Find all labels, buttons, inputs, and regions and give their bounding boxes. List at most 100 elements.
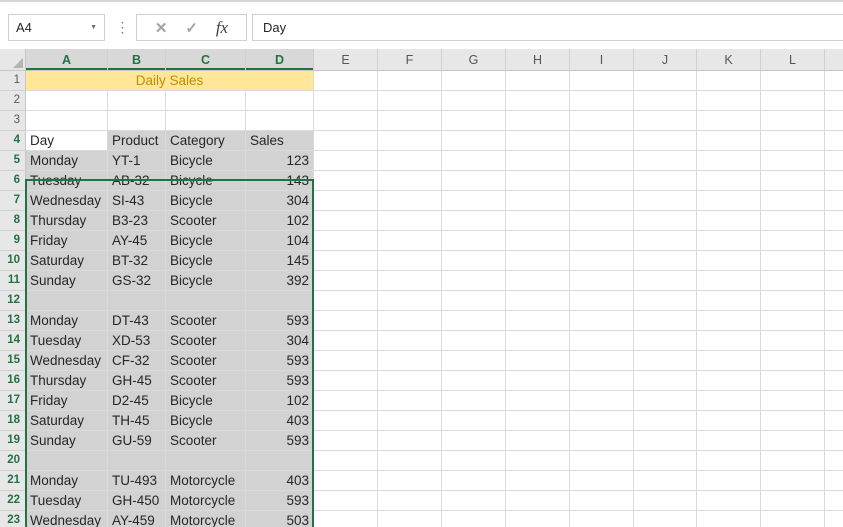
cell-I20[interactable] bbox=[570, 451, 634, 471]
cell-I18[interactable] bbox=[570, 411, 634, 431]
cell-G21[interactable] bbox=[442, 471, 506, 491]
cell-A17[interactable]: Friday bbox=[26, 391, 108, 411]
cell-C19[interactable]: Scooter bbox=[166, 431, 246, 451]
cell-J5[interactable] bbox=[634, 151, 697, 171]
row-header-18[interactable]: 18 bbox=[0, 411, 26, 431]
cell-K6[interactable] bbox=[697, 171, 761, 191]
row-header-23[interactable]: 23 bbox=[0, 511, 26, 527]
cell-G9[interactable] bbox=[442, 231, 506, 251]
cell-F2[interactable] bbox=[378, 91, 442, 111]
cell-G4[interactable] bbox=[442, 131, 506, 151]
cell-C11[interactable]: Bicycle bbox=[166, 271, 246, 291]
cell-I14[interactable] bbox=[570, 331, 634, 351]
name-box[interactable]: A4 ▼ bbox=[8, 14, 105, 41]
cell-K4[interactable] bbox=[697, 131, 761, 151]
cell-H6[interactable] bbox=[506, 171, 570, 191]
cell-L13[interactable] bbox=[761, 311, 825, 331]
cell-A13[interactable]: Monday bbox=[26, 311, 108, 331]
cell-B15[interactable]: CF-32 bbox=[108, 351, 166, 371]
cell-A11[interactable]: Sunday bbox=[26, 271, 108, 291]
cell-F3[interactable] bbox=[378, 111, 442, 131]
cell-A16[interactable]: Thursday bbox=[26, 371, 108, 391]
column-header-L[interactable]: L bbox=[761, 49, 825, 71]
cell-B8[interactable]: B3-23 bbox=[108, 211, 166, 231]
cell-H21[interactable] bbox=[506, 471, 570, 491]
cell-J3[interactable] bbox=[634, 111, 697, 131]
cell-I11[interactable] bbox=[570, 271, 634, 291]
row-header-16[interactable]: 16 bbox=[0, 371, 26, 391]
cell-K20[interactable] bbox=[697, 451, 761, 471]
cell-A3[interactable] bbox=[26, 111, 108, 131]
cell-B14[interactable]: XD-53 bbox=[108, 331, 166, 351]
cell-H5[interactable] bbox=[506, 151, 570, 171]
row-header-21[interactable]: 21 bbox=[0, 471, 26, 491]
cell-K11[interactable] bbox=[697, 271, 761, 291]
cell-J8[interactable] bbox=[634, 211, 697, 231]
cell-B5[interactable]: YT-1 bbox=[108, 151, 166, 171]
cell-K2[interactable] bbox=[697, 91, 761, 111]
cell-F23[interactable] bbox=[378, 511, 442, 527]
cell-J19[interactable] bbox=[634, 431, 697, 451]
cell-E1[interactable] bbox=[314, 71, 378, 91]
cell-F6[interactable] bbox=[378, 171, 442, 191]
cell-E8[interactable] bbox=[314, 211, 378, 231]
cell-K19[interactable] bbox=[697, 431, 761, 451]
select-all-button[interactable] bbox=[0, 49, 26, 71]
cell-J15[interactable] bbox=[634, 351, 697, 371]
cell-I16[interactable] bbox=[570, 371, 634, 391]
cell-G22[interactable] bbox=[442, 491, 506, 511]
cell-K21[interactable] bbox=[697, 471, 761, 491]
row-header-7[interactable]: 7 bbox=[0, 191, 26, 211]
cell-H13[interactable] bbox=[506, 311, 570, 331]
cell-J23[interactable] bbox=[634, 511, 697, 527]
cell-L23[interactable] bbox=[761, 511, 825, 527]
cell-D23[interactable]: 503 bbox=[246, 511, 314, 527]
cell-I3[interactable] bbox=[570, 111, 634, 131]
cell-I23[interactable] bbox=[570, 511, 634, 527]
cell-J17[interactable] bbox=[634, 391, 697, 411]
cell-E22[interactable] bbox=[314, 491, 378, 511]
cell-K22[interactable] bbox=[697, 491, 761, 511]
cell-I21[interactable] bbox=[570, 471, 634, 491]
cell-L6[interactable] bbox=[761, 171, 825, 191]
cell-I4[interactable] bbox=[570, 131, 634, 151]
insert-function-icon[interactable]: fx bbox=[216, 18, 228, 38]
cell-K5[interactable] bbox=[697, 151, 761, 171]
cell-K16[interactable] bbox=[697, 371, 761, 391]
cell-F7[interactable] bbox=[378, 191, 442, 211]
cell-D10[interactable]: 145 bbox=[246, 251, 314, 271]
cell-B3[interactable] bbox=[108, 111, 166, 131]
cell-L14[interactable] bbox=[761, 331, 825, 351]
cell-H9[interactable] bbox=[506, 231, 570, 251]
cell-K3[interactable] bbox=[697, 111, 761, 131]
column-header-E[interactable]: E bbox=[314, 49, 378, 71]
cell-H14[interactable] bbox=[506, 331, 570, 351]
cell-D12[interactable] bbox=[246, 291, 314, 311]
cell-I10[interactable] bbox=[570, 251, 634, 271]
cell-J13[interactable] bbox=[634, 311, 697, 331]
cell-J2[interactable] bbox=[634, 91, 697, 111]
cell-H15[interactable] bbox=[506, 351, 570, 371]
cell-C17[interactable]: Bicycle bbox=[166, 391, 246, 411]
cell-L18[interactable] bbox=[761, 411, 825, 431]
column-header-H[interactable]: H bbox=[506, 49, 570, 71]
cell-H11[interactable] bbox=[506, 271, 570, 291]
cell-B20[interactable] bbox=[108, 451, 166, 471]
cell-G7[interactable] bbox=[442, 191, 506, 211]
cell-I22[interactable] bbox=[570, 491, 634, 511]
cell-D17[interactable]: 102 bbox=[246, 391, 314, 411]
cell-I15[interactable] bbox=[570, 351, 634, 371]
cell-L19[interactable] bbox=[761, 431, 825, 451]
cell-H20[interactable] bbox=[506, 451, 570, 471]
cell-D7[interactable]: 304 bbox=[246, 191, 314, 211]
cell-G3[interactable] bbox=[442, 111, 506, 131]
column-header-I[interactable]: I bbox=[570, 49, 634, 71]
cell-D3[interactable] bbox=[246, 111, 314, 131]
cell-J16[interactable] bbox=[634, 371, 697, 391]
cancel-icon[interactable]: ✕ bbox=[155, 19, 168, 37]
cell-E23[interactable] bbox=[314, 511, 378, 527]
cell-H19[interactable] bbox=[506, 431, 570, 451]
cell-A20[interactable] bbox=[26, 451, 108, 471]
cell-C12[interactable] bbox=[166, 291, 246, 311]
cell-F4[interactable] bbox=[378, 131, 442, 151]
